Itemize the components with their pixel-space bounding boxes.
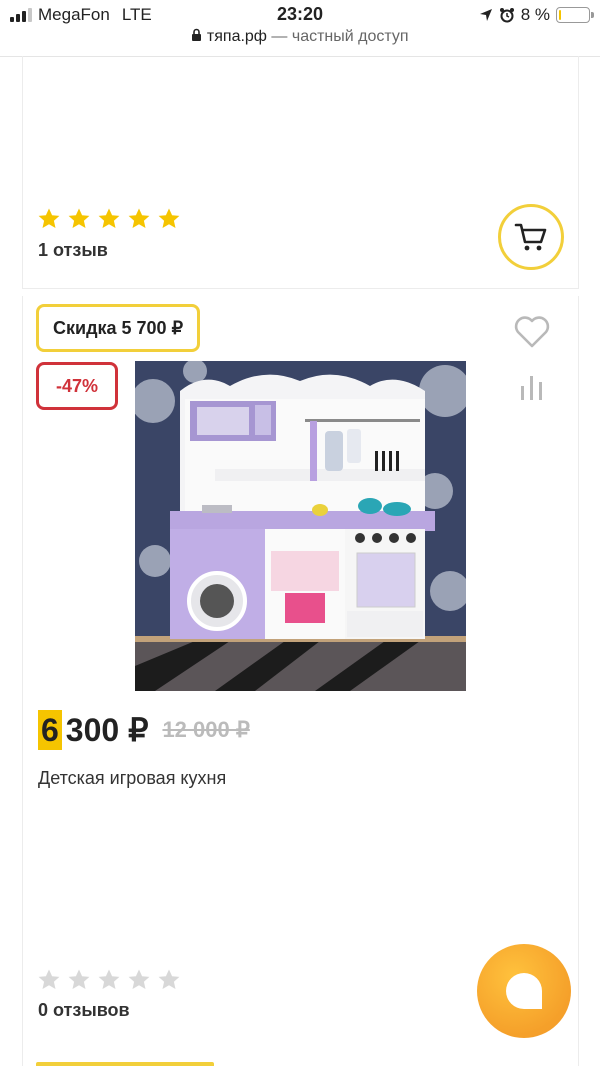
location-arrow-icon xyxy=(479,9,492,21)
card-border xyxy=(22,288,579,289)
divider xyxy=(0,56,600,57)
favorite-button[interactable] xyxy=(512,312,552,352)
product-name[interactable]: Детская игровая кухня xyxy=(38,768,226,789)
chat-button[interactable] xyxy=(477,944,571,1038)
star-icon xyxy=(128,208,150,228)
url-bar[interactable]: тяпа.рф — частный доступ xyxy=(0,28,600,54)
price-highlight-digit: 6 xyxy=(38,710,62,750)
star-icon xyxy=(158,208,180,228)
star-icon xyxy=(98,208,120,228)
review-count[interactable]: 0 отзывов xyxy=(38,1000,130,1021)
alarm-icon xyxy=(499,8,514,23)
star-icon xyxy=(38,969,60,989)
price-value: 300 ₽ xyxy=(65,712,149,748)
card-border xyxy=(22,296,23,1066)
status-right: 8 % xyxy=(479,5,594,25)
review-count[interactable]: 1 отзыв xyxy=(38,240,108,261)
next-card-badge xyxy=(36,1062,214,1066)
star-icon xyxy=(68,969,90,989)
status-bar: MegaFon LTE 23:20 8 % xyxy=(0,0,600,30)
battery-icon xyxy=(556,7,594,23)
discount-badge: Скидка 5 700 ₽ xyxy=(36,304,201,352)
product-image[interactable] xyxy=(135,361,466,691)
compare-button[interactable] xyxy=(518,372,546,404)
rating-stars xyxy=(37,968,181,992)
star-icon xyxy=(68,208,90,228)
star-icon xyxy=(98,969,120,989)
cart-icon xyxy=(514,223,547,251)
old-price: 12 000 ₽ xyxy=(162,717,250,742)
battery-percent: 8 % xyxy=(520,5,550,24)
card-border xyxy=(578,56,579,288)
url-domain: тяпа.рф xyxy=(206,28,267,45)
chat-bubble-icon xyxy=(506,973,542,1009)
star-icon xyxy=(38,208,60,228)
card-border xyxy=(22,56,23,288)
card-border xyxy=(578,296,579,1066)
star-icon xyxy=(128,969,150,989)
rating-stars xyxy=(37,207,181,231)
add-to-cart-button[interactable] xyxy=(498,204,564,270)
price: 6 300 ₽ 12 000 ₽ xyxy=(38,710,250,750)
percent-badge: -47% xyxy=(36,362,118,410)
star-icon xyxy=(158,969,180,989)
heart-icon xyxy=(514,316,550,348)
lock-icon xyxy=(192,28,202,41)
url-private-label: — частный доступ xyxy=(266,28,409,45)
bar-chart-icon xyxy=(521,376,542,400)
